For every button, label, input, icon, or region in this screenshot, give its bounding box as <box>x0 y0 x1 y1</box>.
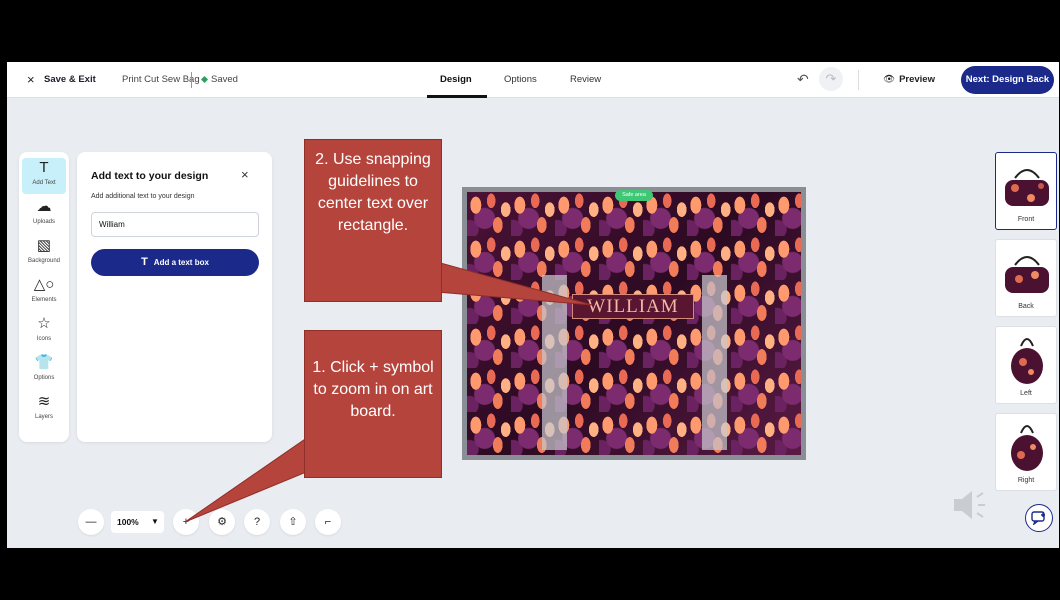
annotation-callout-1: 1. Click + symbol to zoom in on art boar… <box>304 330 442 478</box>
app-window: × Save & Exit Print Cut Sew Bag Saved De… <box>7 62 1059 548</box>
annotation-arrows <box>184 261 593 523</box>
annotation-callout-2: 2. Use snapping guidelines to center tex… <box>304 139 442 302</box>
